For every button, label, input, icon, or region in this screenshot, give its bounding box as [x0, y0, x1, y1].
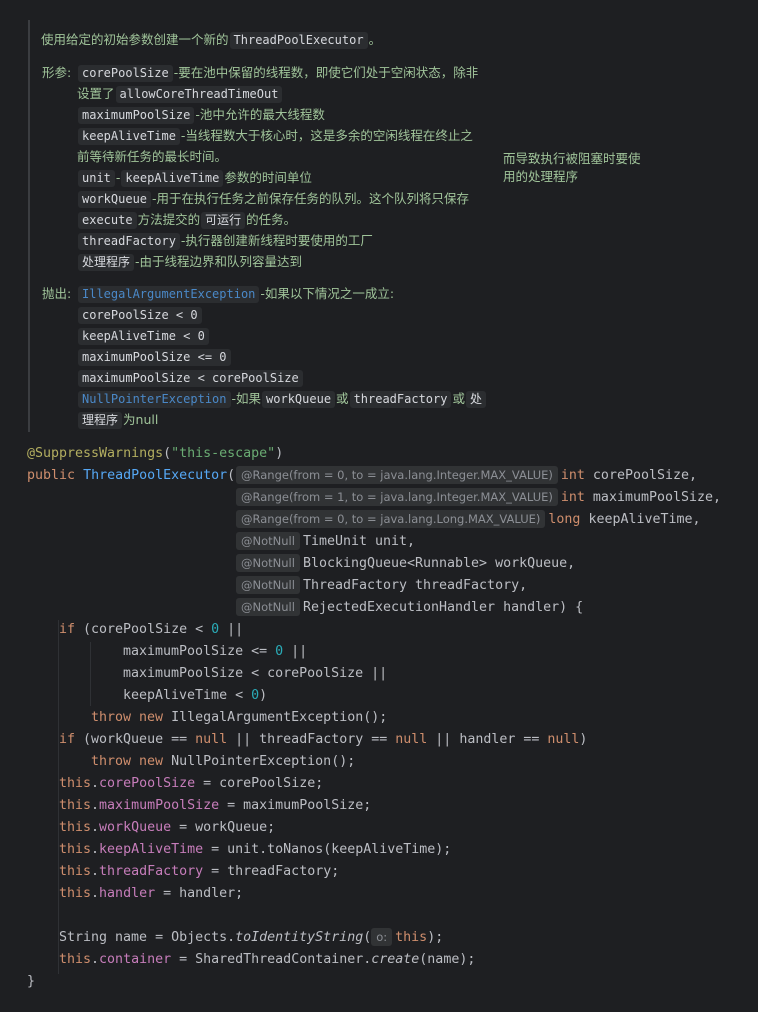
doc-chip-threadfactory-2[interactable]: threadFactory: [349, 391, 452, 408]
code-line-16[interactable]: this.corePoolSize = corePoolSize;: [59, 774, 323, 794]
throws-cond-1: corePoolSize < 0: [77, 306, 203, 324]
code-line-8[interactable]: @NotNull RejectedExecutionHandler handler…: [236, 598, 583, 618]
code-line-17[interactable]: this.maximumPoolSize = maximumPoolSize;: [59, 796, 371, 816]
params-label: 形参:: [42, 65, 72, 80]
param-threadfactory: threadFactory -执行器创建新线程时要使用的工厂: [77, 232, 373, 250]
inlay-hint-notnull[interactable]: @NotNull: [236, 554, 300, 572]
doc-comment-bar: [28, 20, 30, 432]
code-line-19[interactable]: this.keepAliveTime = unit.toNanos(keepAl…: [59, 840, 451, 860]
doc-link-nullpointerexception[interactable]: NullPointerException: [78, 391, 231, 408]
code-line-18[interactable]: this.workQueue = workQueue;: [59, 818, 275, 838]
doc-chip-workqueue[interactable]: workQueue: [78, 191, 152, 208]
code-line-3[interactable]: @Range(from = 1, to = java.lang.Integer.…: [236, 488, 721, 508]
inlay-hint-notnull[interactable]: @NotNull: [236, 532, 300, 550]
code-line-20[interactable]: this.threadFactory = threadFactory;: [59, 862, 339, 882]
throws-iae: IllegalArgumentException -如果以下情况之一成立:: [77, 285, 394, 303]
inlay-hint-range[interactable]: @Range(from = 0, to = java.lang.Long.MAX…: [236, 510, 546, 528]
doc-chip-handler-part-1[interactable]: 处: [466, 391, 487, 408]
throws-npe-cont: 理程序 为null: [77, 411, 158, 429]
code-line-11[interactable]: maximumPoolSize < corePoolSize ||: [123, 664, 387, 684]
param-maximumpoolsize: maximumPoolSize -池中允许的最大线程数: [77, 106, 325, 124]
param-handler: 处理程序 -由于线程边界和队列容量达到: [77, 253, 302, 271]
code-line-24[interactable]: }: [27, 972, 35, 992]
param-keepalivetime: keepAliveTime -当线程数大于核心时，这是多余的空闲线程在终止之: [77, 127, 473, 145]
param-corepoolsize-cont: 设置了 allowCoreThreadTimeOut: [77, 85, 283, 103]
doc-chip-execute[interactable]: execute: [78, 212, 137, 229]
throws-cond-4: maximumPoolSize < corePoolSize: [77, 369, 304, 387]
code-line-15[interactable]: throw new NullPointerException();: [91, 752, 355, 772]
code-line-22[interactable]: String name = Objects.toIdentityString(o…: [59, 928, 443, 948]
code-line-7[interactable]: @NotNull ThreadFactory threadFactory,: [236, 576, 527, 596]
doc-chip-handler-part-2[interactable]: 理程序: [78, 412, 123, 429]
code-line-23[interactable]: this.container = SharedThreadContainer.c…: [59, 950, 475, 970]
doc-link-illegalargumentexception[interactable]: IllegalArgumentException: [78, 286, 260, 303]
code-line-2[interactable]: public ThreadPoolExecutor(: [27, 466, 235, 486]
doc-chip-threadpoolexecutor[interactable]: ThreadPoolExecutor: [229, 32, 368, 49]
doc-chip-maximumpoolsize[interactable]: maximumPoolSize: [78, 107, 195, 124]
code-line-13[interactable]: throw new IllegalArgumentException();: [91, 708, 387, 728]
throws-cond-2: keepAliveTime < 0: [77, 327, 210, 345]
indent-guide-inner: [90, 642, 91, 706]
inlay-hint-notnull[interactable]: @NotNull: [236, 576, 300, 594]
doc-chip-keepalivetime[interactable]: keepAliveTime: [78, 128, 180, 145]
doc-chip-threadfactory[interactable]: threadFactory: [78, 233, 180, 250]
code-line-4[interactable]: @Range(from = 0, to = java.lang.Long.MAX…: [236, 510, 701, 530]
param-workqueue-cont: execute 方法提交的 可运行 的任务。: [77, 211, 296, 229]
doc-chip-unit[interactable]: unit: [78, 170, 115, 187]
doc-chip-workqueue-2[interactable]: workQueue: [262, 391, 336, 408]
code-line-9[interactable]: if (corePoolSize < 0 ||: [59, 620, 243, 640]
code-line-12[interactable]: keepAliveTime < 0): [123, 686, 267, 706]
doc-chip-allowcorethreadtimeout[interactable]: allowCoreThreadTimeOut: [115, 86, 283, 103]
doc-intro: 使用给定的初始参数创建一个新的 ThreadPoolExecutor。: [41, 32, 382, 49]
side-note-line-2: 用的处理程序: [503, 169, 579, 184]
code-line-14[interactable]: if (workQueue == null || threadFactory =…: [59, 730, 587, 750]
throws-label: 抛出:: [42, 286, 72, 301]
doc-chip-runnable[interactable]: 可运行: [201, 212, 246, 229]
side-note-line-1: 而导致执行被阻塞时要使: [503, 151, 641, 166]
code-line-6[interactable]: @NotNull BlockingQueue<Runnable> workQueu…: [236, 554, 575, 574]
throws-cond-3: maximumPoolSize <= 0: [77, 348, 232, 366]
code-line-10[interactable]: maximumPoolSize <= 0 ||: [123, 642, 307, 662]
code-line-21[interactable]: this.handler = handler;: [59, 884, 243, 904]
code-line-5[interactable]: @NotNull TimeUnit unit,: [236, 532, 415, 552]
doc-chip-cond-4[interactable]: maximumPoolSize < corePoolSize: [78, 370, 303, 387]
doc-chip-keepalivetime-2[interactable]: keepAliveTime: [121, 170, 224, 187]
doc-chip-corepoolsize[interactable]: corePoolSize: [78, 65, 173, 82]
doc-chip-cond-2[interactable]: keepAliveTime < 0: [78, 328, 209, 345]
throws-npe: NullPointerException -如果 workQueue 或 threadF…: [77, 390, 487, 408]
inlay-hint-range[interactable]: @Range(from = 1, to = java.lang.Integer.…: [236, 488, 558, 506]
param-keepalivetime-cont: 前等待新任务的最长时间。: [77, 149, 228, 164]
doc-chip-handler[interactable]: 处理程序: [78, 254, 135, 271]
param-unit: unit - keepAliveTime 参数的时间单位: [77, 169, 312, 187]
code-line-2-params[interactable]: @Range(from = 0, to = java.lang.Integer.…: [236, 466, 697, 486]
doc-chip-cond-1[interactable]: corePoolSize < 0: [78, 307, 202, 324]
inlay-hint-param-o[interactable]: o:: [371, 928, 393, 946]
inlay-hint-notnull[interactable]: @NotNull: [236, 598, 300, 616]
doc-chip-cond-3[interactable]: maximumPoolSize <= 0: [78, 349, 231, 366]
param-corepoolsize: corePoolSize -要在池中保留的线程数，即使它们处于空闲状态，除非: [77, 64, 478, 82]
inlay-hint-range[interactable]: @Range(from = 0, to = java.lang.Integer.…: [236, 466, 558, 484]
param-workqueue: workQueue -用于在执行任务之前保存任务的队列。这个队列将只保存: [77, 190, 469, 208]
code-line-1[interactable]: @SuppressWarnings("this-escape"): [27, 444, 283, 464]
